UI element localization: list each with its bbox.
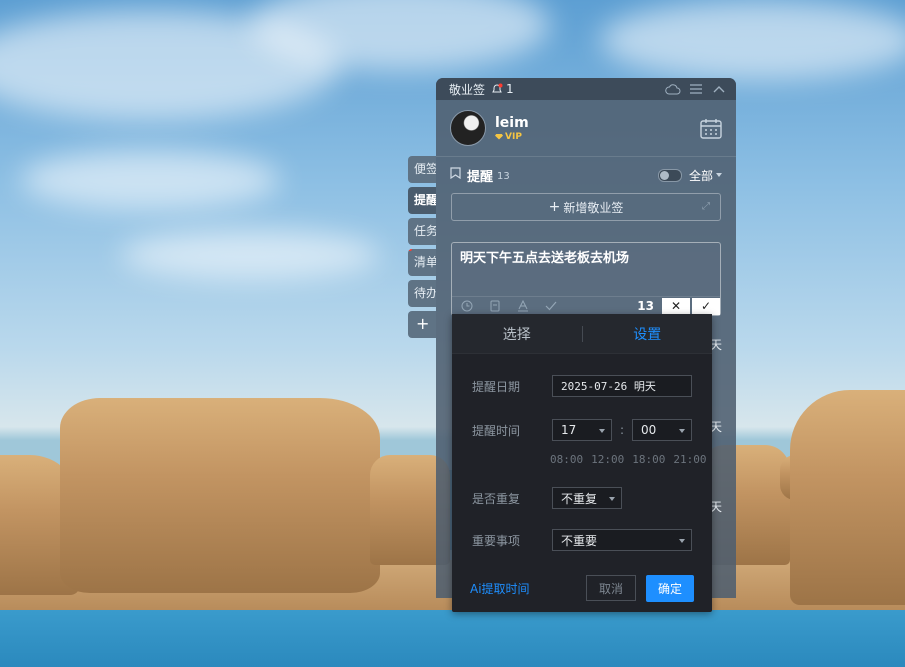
side-category-tabs: 便签 提醒 任务 清单 待办 + <box>408 156 436 338</box>
caret-down-icon <box>679 429 685 433</box>
reminder-section-header: 提醒 13 全部 <box>436 157 736 193</box>
quick-time[interactable]: 12:00 <box>591 453 624 466</box>
calendar-icon[interactable] <box>700 118 722 143</box>
repeat-select[interactable]: 不重复 <box>552 487 622 509</box>
attachment-icon[interactable] <box>488 299 502 313</box>
add-note-button[interactable]: + 新增敬业签 ⤢ <box>451 193 721 221</box>
menu-icon[interactable] <box>687 81 705 97</box>
list-item[interactable]: 天 <box>710 336 736 353</box>
caret-down-icon <box>609 497 615 501</box>
section-count: 13 <box>497 170 510 182</box>
vip-badge: VIP <box>495 132 529 142</box>
gem-icon <box>495 133 503 140</box>
clock-icon[interactable] <box>460 299 474 313</box>
repeat-row: 是否重复 不重复 <box>472 487 622 509</box>
avatar[interactable] <box>450 110 486 146</box>
importance-select[interactable]: 不重要 <box>552 529 692 551</box>
section-title: 提醒 <box>467 169 494 185</box>
title-bar[interactable]: 敬业签 1 <box>436 78 736 100</box>
popup-footer: Ai提取时间 取消 确定 <box>452 574 712 602</box>
list-item[interactable]: 天 <box>710 418 736 435</box>
popup-tabs: 选择 设置 <box>452 314 712 354</box>
side-tab-tasks[interactable]: 任务 <box>408 218 436 245</box>
user-name: leim <box>495 114 529 131</box>
list-item[interactable]: 天 <box>710 498 736 515</box>
time-row: 提醒时间 17 : 00 <box>472 419 692 441</box>
side-tab-todo[interactable]: 待办 <box>408 280 436 307</box>
caret-down-icon <box>599 429 605 433</box>
importance-row: 重要事项 不重要 <box>472 529 692 551</box>
quick-time[interactable]: 18:00 <box>632 453 665 466</box>
check-icon[interactable] <box>544 299 558 313</box>
editor-toolbar: 13 ✕ ✓ <box>452 296 720 315</box>
minute-select[interactable]: 00 <box>632 419 692 441</box>
date-label: 提醒日期 <box>472 379 521 394</box>
note-editor[interactable]: 明天下午五点去送老板去机场 13 ✕ ✓ <box>451 242 721 316</box>
importance-label: 重要事项 <box>472 533 521 548</box>
quick-time[interactable]: 08:00 <box>550 453 583 466</box>
cancel-button[interactable]: 取消 <box>586 575 636 601</box>
quick-time[interactable]: 21:00 <box>673 453 706 466</box>
confirm-button[interactable]: 确定 <box>646 574 694 602</box>
bell-icon[interactable] <box>491 83 503 95</box>
caret-down-icon <box>716 173 722 177</box>
repeat-label: 是否重复 <box>472 491 521 506</box>
cloud-sync-icon[interactable] <box>664 81 682 97</box>
time-label: 提醒时间 <box>472 423 521 438</box>
reminder-settings-popup: 选择 设置 提醒日期 2025-07-26 明天 提醒时间 17 : 00 08… <box>452 314 712 612</box>
ai-extract-time-link[interactable]: Ai提取时间 <box>470 580 530 597</box>
tab-select[interactable]: 选择 <box>452 324 582 344</box>
side-tab-notes[interactable]: 便签 <box>408 156 436 183</box>
cancel-edit-button[interactable]: ✕ <box>662 297 690 315</box>
plus-icon: + <box>548 199 561 215</box>
time-separator: : <box>619 423 625 437</box>
hour-select[interactable]: 17 <box>552 419 612 441</box>
caret-down-icon <box>679 539 685 543</box>
date-field[interactable]: 2025-07-26 明天 <box>552 375 692 397</box>
completed-toggle[interactable] <box>657 168 682 182</box>
expand-icon: ⤢ <box>702 201 710 212</box>
confirm-edit-button[interactable]: ✓ <box>692 297 720 315</box>
filter-dropdown[interactable]: 全部 <box>689 167 722 184</box>
user-profile-row: leim VIP <box>436 100 736 156</box>
tab-settings[interactable]: 设置 <box>583 324 713 344</box>
app-title: 敬业签 <box>449 82 486 97</box>
side-tab-lists[interactable]: 清单 <box>408 249 436 276</box>
note-text[interactable]: 明天下午五点去送老板去机场 <box>452 243 720 270</box>
quick-time-options: 08:00 12:00 18:00 21:00 <box>550 453 707 466</box>
bookmark-icon <box>450 167 461 183</box>
text-color-icon[interactable] <box>516 299 530 313</box>
unread-dot <box>408 249 412 251</box>
date-row: 提醒日期 2025-07-26 明天 <box>472 375 692 397</box>
side-tab-reminders[interactable]: 提醒 <box>408 187 436 214</box>
collapse-chevron-icon[interactable] <box>710 81 728 97</box>
char-count: 13 <box>637 299 654 313</box>
notification-count: 1 <box>506 82 514 96</box>
side-add-button[interactable]: + <box>408 311 436 338</box>
